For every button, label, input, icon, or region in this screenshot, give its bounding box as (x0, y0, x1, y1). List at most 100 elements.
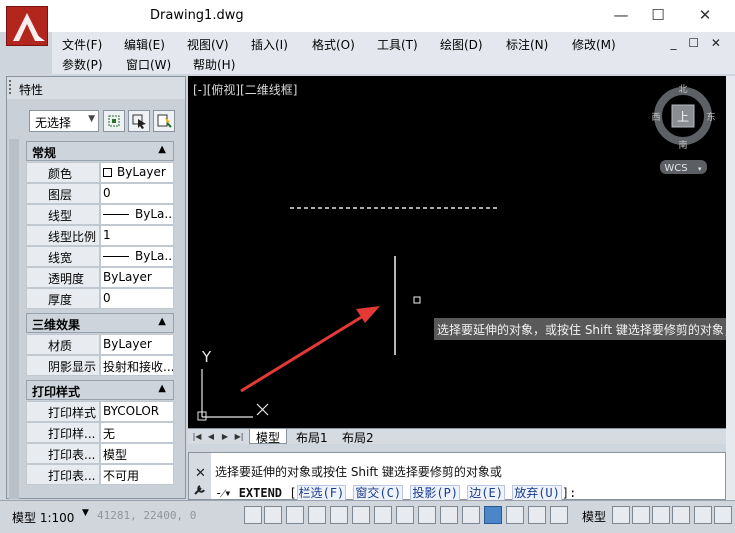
property-row-layer[interactable]: 图层 0 (26, 183, 174, 204)
property-row-plot-table-type[interactable]: 打印表... 不可用 (26, 464, 174, 485)
property-row-linetype-scale[interactable]: 线型比例 1 (26, 225, 174, 246)
dynamic-ucs-icon[interactable] (418, 506, 436, 524)
lineweight-icon[interactable] (462, 506, 480, 524)
ortho-mode-icon[interactable] (308, 506, 326, 524)
property-value[interactable]: BYCOLOR (100, 401, 174, 422)
menu-edit[interactable]: 编辑(E) (124, 36, 165, 53)
selection-dropdown[interactable]: 无选择 ▼ (29, 110, 99, 132)
quick-view-layouts-icon[interactable] (612, 506, 630, 524)
wcs-menu-button[interactable]: WCS ▾ (660, 160, 707, 174)
snap-mode-icon[interactable] (264, 506, 282, 524)
polar-tracking-icon[interactable] (330, 506, 348, 524)
workspace-switching-icon[interactable] (672, 506, 690, 524)
close-button[interactable]: ✕ (690, 4, 720, 26)
property-value[interactable]: ByLayer (100, 267, 174, 288)
menu-tools[interactable]: 工具(T) (377, 36, 418, 53)
last-tab-icon[interactable]: ▶| (233, 430, 245, 443)
section-3d-effects[interactable]: 三维效果 ▲ (26, 313, 174, 333)
property-value[interactable]: 0 (100, 183, 174, 204)
command-option-edge[interactable]: 边(E) (467, 485, 505, 501)
menu-dimension[interactable]: 标注(N) (506, 36, 548, 53)
selection-cycling-icon[interactable] (528, 506, 546, 524)
annotation-visibility-icon[interactable] (652, 506, 670, 524)
select-objects-button[interactable] (128, 110, 150, 132)
property-value[interactable]: 0 (100, 288, 174, 309)
property-row-plot-style[interactable]: 打印样式 BYCOLOR (26, 401, 174, 422)
property-value[interactable]: ByLa... (100, 246, 174, 267)
viewcube-compass[interactable]: 上 北 南 东 西 (651, 84, 715, 151)
menu-window[interactable]: 窗口(W) (126, 56, 171, 73)
toggle-pickadd-button[interactable] (103, 110, 125, 132)
toolbar-lock-icon[interactable] (694, 506, 712, 524)
menu-help[interactable]: 帮助(H) (193, 56, 235, 73)
property-value[interactable]: ByLayer (100, 162, 174, 183)
property-row-shadow[interactable]: 阴影显示 投射和接收... (26, 355, 174, 376)
command-recent-icon[interactable]: -⁄▾ (215, 486, 231, 500)
object-snap-tracking-icon[interactable] (396, 506, 414, 524)
property-row-transparency[interactable]: 透明度 ByLayer (26, 267, 174, 288)
collapse-icon[interactable]: ▲ (158, 383, 166, 394)
wrench-icon[interactable] (194, 485, 205, 495)
application-menu-button[interactable] (6, 6, 48, 46)
menu-insert[interactable]: 插入(I) (251, 36, 288, 53)
property-value[interactable]: 1 (100, 225, 174, 246)
infer-constraints-icon[interactable] (244, 506, 262, 524)
prev-tab-icon[interactable]: ◀ (205, 430, 217, 443)
command-option-undo[interactable]: 放弃(U) (512, 485, 562, 501)
object-snap-icon[interactable] (352, 506, 370, 524)
property-value[interactable]: ByLa... (100, 204, 174, 225)
command-window-handle[interactable]: ✕ (189, 453, 211, 499)
property-row-linetype[interactable]: 线型 ByLa... (26, 204, 174, 225)
grid-display-icon[interactable] (286, 506, 304, 524)
menu-modify[interactable]: 修改(M) (572, 36, 616, 53)
collapse-icon[interactable]: ▲ (158, 144, 166, 155)
property-value[interactable]: 模型 (100, 443, 174, 464)
palette-grip-handle[interactable] (9, 80, 14, 94)
tab-layout2[interactable]: 布局2 (336, 429, 380, 445)
annotation-monitor-icon[interactable] (550, 506, 568, 524)
quick-select-button[interactable] (153, 110, 175, 132)
command-option-project[interactable]: 投影(P) (410, 485, 461, 501)
section-general[interactable]: 常规 ▲ (26, 141, 174, 161)
section-plot-style[interactable]: 打印样式 ▲ (26, 380, 174, 400)
document-window-controls[interactable]: _ ☐ ✕ (671, 36, 725, 50)
first-tab-icon[interactable]: |◀ (191, 430, 203, 443)
menu-view[interactable]: 视图(V) (187, 36, 229, 53)
clean-screen-icon[interactable] (714, 506, 732, 524)
properties-title-bar[interactable]: 特性 (7, 77, 185, 99)
property-row-thickness[interactable]: 厚度 0 (26, 288, 174, 309)
menu-parametric[interactable]: 参数(P) (62, 56, 103, 73)
chevron-down-icon[interactable]: ▼ (82, 508, 89, 518)
transparency-icon[interactable] (484, 506, 502, 524)
property-value[interactable]: 不可用 (100, 464, 174, 485)
dynamic-input-icon[interactable] (440, 506, 458, 524)
property-value[interactable]: ByLayer (100, 334, 174, 355)
property-row-color[interactable]: 颜色 ByLayer (26, 162, 174, 183)
property-row-plot-table-attached[interactable]: 打印表... 模型 (26, 443, 174, 464)
close-icon[interactable]: ✕ (195, 466, 206, 481)
property-row-lineweight[interactable]: 线宽 ByLa... (26, 246, 174, 267)
minimize-button[interactable]: — (606, 4, 636, 26)
drawing-area[interactable]: [-][俯视][二维线框] 上 北 南 东 西 WCS ▾ Y (188, 76, 726, 428)
property-row-plot-style-table[interactable]: 打印样... 无 (26, 422, 174, 443)
model-space-button[interactable]: 模型 (582, 508, 606, 525)
property-row-material[interactable]: 材质 ByLayer (26, 334, 174, 355)
maximize-button[interactable]: ☐ (643, 4, 673, 26)
viewcube-top-label[interactable]: 上 (677, 110, 689, 124)
menu-draw[interactable]: 绘图(D) (440, 36, 483, 53)
tab-layout1[interactable]: 布局1 (290, 429, 334, 445)
3d-object-snap-icon[interactable] (374, 506, 392, 524)
property-value[interactable]: 投射和接收... (100, 355, 174, 376)
property-value[interactable]: 无 (100, 422, 174, 443)
command-option-fence[interactable]: 栏选(F) (296, 485, 347, 501)
tab-model[interactable]: 模型 (249, 429, 288, 445)
quick-view-drawings-icon[interactable] (632, 506, 650, 524)
quick-properties-icon[interactable] (506, 506, 524, 524)
command-line-input[interactable]: -⁄▾ EXTEND [栏选(F) 窗交(C) 投影(P) 边(E) 放弃(U)… (215, 484, 576, 501)
collapse-icon[interactable]: ▲ (158, 316, 166, 327)
command-option-crossing[interactable]: 窗交(C) (353, 485, 404, 501)
annotation-scale[interactable]: 模型 1:100 (12, 509, 74, 526)
next-tab-icon[interactable]: ▶ (219, 430, 231, 443)
coordinates-display[interactable]: 41281, 22400, 0 (97, 509, 196, 522)
menu-file[interactable]: 文件(F) (62, 36, 102, 53)
